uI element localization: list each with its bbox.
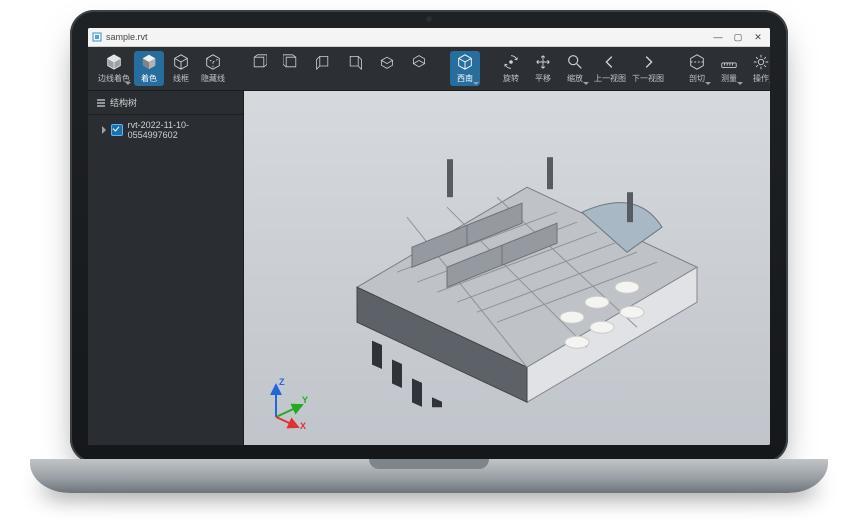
maximize-button[interactable]: ▢ — [730, 32, 746, 43]
measure-label: 测量 — [721, 73, 737, 84]
dropdown-caret-icon — [125, 82, 131, 85]
tree-root-label: rvt-2022-11-10-0554997602 — [128, 120, 235, 140]
cube-shaded-icon — [140, 53, 158, 71]
viewcube-5[interactable] — [372, 51, 402, 73]
section-label: 剖切 — [689, 73, 705, 84]
cube-top-icon — [378, 53, 396, 71]
action-button[interactable]: 操作 — [746, 51, 770, 86]
dropdown-caret-icon — [473, 82, 479, 85]
axes-gizmo[interactable]: Z Y X — [262, 377, 310, 429]
structure-tree-header[interactable]: 结构树 — [88, 91, 243, 115]
rotate-button[interactable]: 旋转 — [496, 51, 526, 86]
zoom-label: 缩放 — [567, 73, 583, 84]
wireframe-button[interactable]: 线框 — [166, 51, 196, 86]
prev-view-button[interactable]: 上一视图 — [592, 51, 628, 86]
measure-button[interactable]: 测量 — [714, 51, 744, 86]
viewpoint-group: 西南 — [446, 51, 484, 86]
next-view-button[interactable]: 下一视图 — [630, 51, 666, 86]
webcam-dot — [426, 16, 432, 22]
visual-style-group: 边线着色 着色 线框 — [92, 51, 232, 86]
laptop-base — [30, 459, 828, 493]
prev-view-label: 上一视图 — [594, 73, 626, 84]
next-view-label: 下一视图 — [632, 73, 664, 84]
arrow-right-icon — [639, 53, 657, 71]
pan-button[interactable]: 平移 — [528, 51, 558, 86]
wireframe-label: 线框 — [173, 73, 189, 84]
axis-x-label: X — [300, 421, 306, 429]
caret-right-icon — [102, 126, 106, 134]
cube-hidden-icon — [204, 53, 222, 71]
app-window: sample.rvt — ▢ ✕ 边线着色 — [88, 28, 770, 445]
shade-button[interactable]: 着色 — [134, 51, 164, 86]
viewcube-group — [240, 51, 438, 73]
hiddenline-label: 隐藏线 — [201, 73, 225, 84]
pan-label: 平移 — [535, 73, 551, 84]
cube-iso-icon — [456, 53, 474, 71]
axis-y-label: Y — [302, 395, 308, 405]
checkbox-checked-icon[interactable] — [111, 124, 123, 136]
structure-tree-title: 结构树 — [110, 96, 137, 109]
hiddenline-button[interactable]: 隐藏线 — [198, 51, 228, 86]
viewcube-6[interactable] — [404, 51, 434, 73]
cube-front-icon — [250, 53, 268, 71]
axis-z-label: Z — [279, 377, 285, 387]
dropdown-caret-icon — [769, 82, 770, 85]
3d-viewport[interactable]: Z Y X — [244, 91, 770, 445]
list-icon — [96, 98, 106, 108]
viewpoint-sw-label: 西南 — [457, 73, 473, 84]
cube-bottom-icon — [410, 53, 428, 71]
close-button[interactable]: ✕ — [750, 32, 766, 43]
window-title: sample.rvt — [106, 32, 706, 42]
cube-right-icon — [346, 53, 364, 71]
viewcube-4[interactable] — [340, 51, 370, 73]
shade-label: 着色 — [141, 73, 157, 84]
zoom-icon — [566, 53, 584, 71]
dropdown-caret-icon — [705, 82, 711, 85]
dropdown-caret-icon — [737, 82, 743, 85]
window-titlebar: sample.rvt — ▢ ✕ — [88, 28, 770, 47]
app-icon — [92, 32, 102, 42]
tools-group: 剖切 测量 操作 替换色 — [678, 51, 770, 86]
dropdown-caret-icon — [583, 82, 589, 85]
zoom-button[interactable]: 缩放 — [560, 51, 590, 86]
shade-edges-button[interactable]: 边线着色 — [96, 51, 132, 86]
rotate-label: 旋转 — [503, 73, 519, 84]
viewcube-1[interactable] — [244, 51, 274, 73]
viewpoint-sw-button[interactable]: 西南 — [450, 51, 480, 86]
tree-root-item[interactable]: rvt-2022-11-10-0554997602 — [88, 115, 243, 145]
workspace: 结构树 rvt-2022-11-10-0554997602 — [88, 91, 770, 445]
action-label: 操作 — [753, 73, 769, 84]
laptop-hinge-notch — [369, 459, 489, 469]
cube-left-icon — [314, 53, 332, 71]
laptop-mockup: sample.rvt — ▢ ✕ 边线着色 — [0, 0, 858, 523]
model-placeholder — [297, 117, 717, 407]
rotate-icon — [502, 53, 520, 71]
cube-back-icon — [282, 53, 300, 71]
ruler-icon — [720, 53, 738, 71]
laptop-body: sample.rvt — ▢ ✕ 边线着色 — [70, 10, 788, 463]
structure-tree-panel: 结构树 rvt-2022-11-10-0554997602 — [88, 91, 244, 445]
navigate-group: 旋转 平移 缩放 上一视图 — [492, 51, 670, 86]
cube-wire-icon — [172, 53, 190, 71]
pan-icon — [534, 53, 552, 71]
viewcube-2[interactable] — [276, 51, 306, 73]
section-button[interactable]: 剖切 — [682, 51, 712, 86]
arrow-left-icon — [601, 53, 619, 71]
section-icon — [688, 53, 706, 71]
viewcube-3[interactable] — [308, 51, 338, 73]
minimize-button[interactable]: — — [710, 32, 726, 42]
main-toolbar: 边线着色 着色 线框 — [88, 47, 770, 91]
gear-icon — [752, 53, 770, 71]
cube-shaded-edges-icon — [105, 53, 123, 71]
